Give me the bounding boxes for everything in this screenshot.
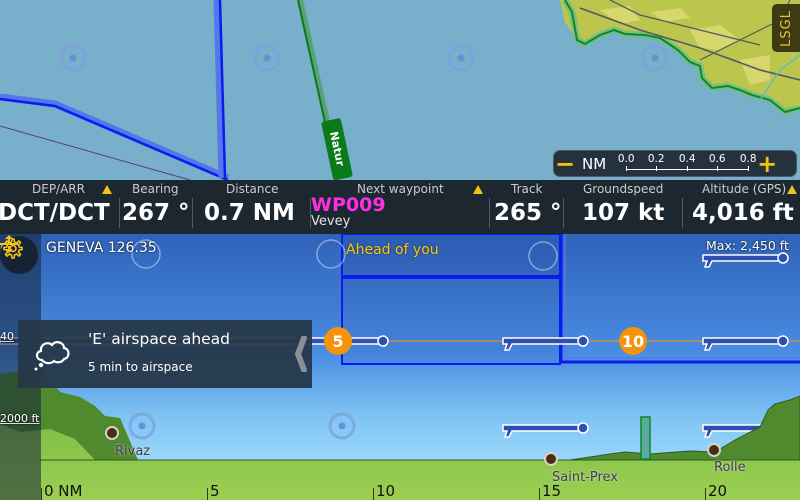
- scale-tick-label: 0.4: [678, 152, 696, 165]
- cloud-icon: [34, 341, 70, 371]
- airspace-alert[interactable]: 'E' airspace ahead 5 min to airspace: [18, 320, 312, 388]
- distance-tick: [207, 488, 208, 500]
- next-waypoint-name: Vevey: [311, 214, 351, 229]
- airport-badge[interactable]: LSGL: [772, 4, 800, 52]
- divider: [489, 198, 490, 228]
- distance-tick: [373, 488, 374, 500]
- distance-tick: [705, 488, 706, 500]
- green-route: [297, 0, 330, 123]
- place-marker: [544, 452, 558, 466]
- chevron-left-icon[interactable]: [294, 336, 308, 372]
- warning-icon: [787, 185, 797, 194]
- scale-tick-label: 0.6: [708, 152, 726, 165]
- place-marker: [105, 426, 119, 440]
- place-marker: [707, 443, 721, 457]
- distance-label: Distance: [226, 182, 279, 196]
- distance-label: 20: [708, 482, 728, 500]
- groundspeed-label: Groundspeed: [583, 182, 664, 196]
- ahead-of-you-label[interactable]: Ahead of you: [346, 242, 439, 258]
- distance-label: 15: [542, 482, 562, 500]
- instrument-bar[interactable]: DEP/ARR DCT/DCT Bearing 267 ° Distance 0…: [0, 180, 800, 234]
- target-marker: [59, 44, 669, 72]
- altitude-arrows-icon: [0, 235, 18, 253]
- zoom-out-button[interactable]: −: [554, 152, 576, 176]
- place-label: Saint-Prex: [552, 470, 618, 485]
- divider: [682, 198, 683, 228]
- alert-title: 'E' airspace ahead: [88, 330, 231, 348]
- groundspeed-value[interactable]: 107 kt: [582, 200, 664, 226]
- map-scale-control: − NM 0.0 0.2 0.4 0.6 0.8 +: [553, 150, 797, 177]
- place-label: Rivaz: [115, 444, 151, 459]
- distance-tick: [539, 488, 540, 500]
- altitude-label: Altitude (GPS): [702, 182, 787, 196]
- divider: [192, 198, 193, 228]
- alert-subtitle: 5 min to airspace: [88, 360, 193, 374]
- next-waypoint-id[interactable]: WP009: [311, 194, 386, 216]
- bearing-label: Bearing: [132, 182, 179, 196]
- warning-icon: [102, 185, 112, 194]
- scale-tick: [656, 165, 658, 171]
- distance-label: 10: [376, 482, 396, 500]
- altitude-value[interactable]: 4,016 ft: [692, 200, 794, 226]
- altitude-label: 40: [0, 330, 14, 343]
- moving-map[interactable]: Natur LSGL − NM 0.0 0.2 0.4 0.6 0.8 +: [0, 0, 800, 181]
- dep-arr-value[interactable]: DCT/DCT: [0, 200, 110, 226]
- track-value[interactable]: 265 °: [494, 200, 562, 226]
- scale-unit: NM: [582, 154, 607, 173]
- scale-tick: [748, 165, 750, 171]
- scale-tick-label: 0.8: [739, 152, 757, 165]
- distance-label: 5: [210, 482, 220, 500]
- obstacle-marker: [640, 416, 651, 460]
- waypoint-badge[interactable]: 5: [324, 327, 352, 355]
- scale-tick: [717, 165, 719, 171]
- altitude-label: 2000 ft: [0, 412, 40, 425]
- distance-tick: [41, 488, 42, 500]
- scale-ruler: 0.0 0.2 0.4 0.6 0.8: [616, 152, 757, 176]
- scale-tick: [687, 165, 689, 171]
- bearing-value[interactable]: 267 °: [122, 200, 190, 226]
- place-label: Rolle: [714, 460, 746, 475]
- scale-tick-label: 0.0: [617, 152, 635, 165]
- distance-value[interactable]: 0.7 NM: [204, 200, 295, 226]
- frequency-label[interactable]: GENEVA 126.35: [46, 240, 157, 256]
- max-altitude-label: Max: 2,450 ft: [706, 238, 789, 253]
- scale-tick: [626, 165, 628, 171]
- divider: [119, 198, 120, 228]
- app: Natur LSGL − NM 0.0 0.2 0.4 0.6 0.8 + DE…: [0, 0, 800, 500]
- zoom-in-button[interactable]: +: [756, 152, 778, 176]
- dep-arr-label: DEP/ARR: [32, 182, 85, 196]
- airspace-block: [341, 277, 561, 365]
- waypoint-badge[interactable]: 10: [619, 327, 647, 355]
- track-label: Track: [511, 182, 543, 196]
- airport-code: LSGL: [778, 9, 794, 47]
- scale-tick-label: 0.2: [647, 152, 665, 165]
- warning-icon: [473, 185, 483, 194]
- divider: [563, 198, 564, 228]
- terrain-hill: [569, 395, 800, 461]
- distance-label: 0 NM: [44, 482, 83, 500]
